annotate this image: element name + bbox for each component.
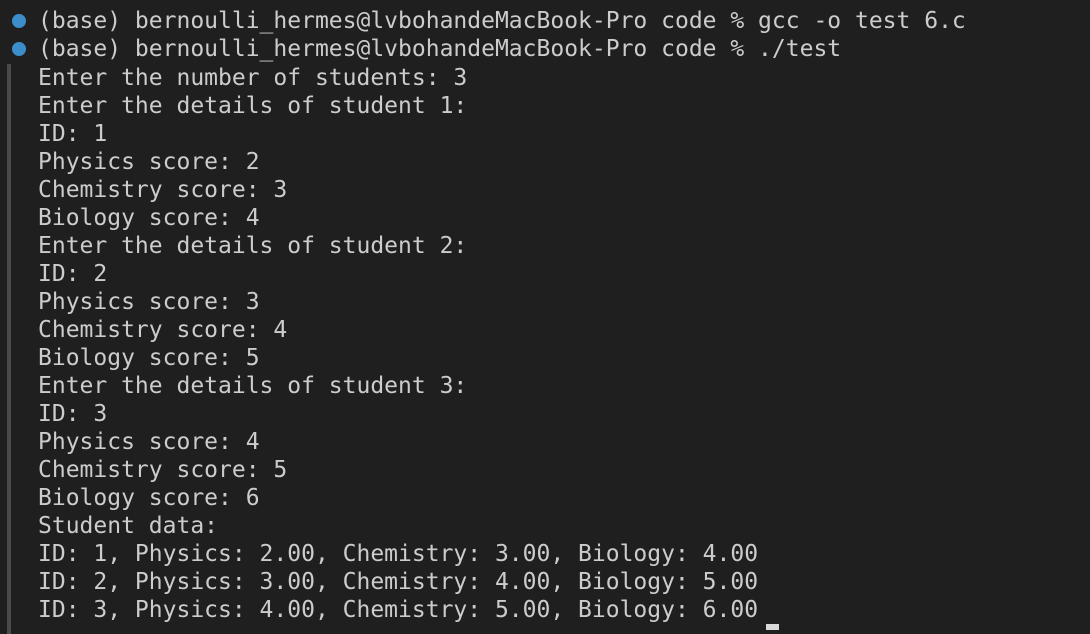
output-line: ID: 3, Physics: 4.00, Chemistry: 5.00, B… [38,597,759,623]
command-output: Enter the number of students: 3 Enter th… [38,64,1078,624]
output-line: ID: 3 [38,401,108,427]
output-line: Student data: [38,513,219,539]
output-line: Enter the details of student 3: [38,373,468,399]
output-line: Chemistry score: 4 [38,317,288,343]
output-line: Enter the number of students: 3 [38,65,468,91]
output-line: ID: 2, Physics: 3.00, Chemistry: 4.00, B… [38,569,759,595]
terminal-panel[interactable]: (base) bernoulli_hermes@lvbohandeMacBook… [0,0,1090,634]
output-line: Biology score: 5 [38,345,260,371]
output-line: ID: 2 [38,261,108,287]
output-line: Chemistry score: 5 [38,457,288,483]
output-line: Physics score: 4 [38,429,260,455]
output-line: Biology score: 6 [38,485,260,511]
command-status-dot-icon [12,14,26,28]
output-line: Physics score: 2 [38,149,260,175]
output-line: Biology score: 4 [38,205,260,231]
output-line: Chemistry score: 3 [38,177,288,203]
terminal-cursor [766,624,779,630]
output-line: ID: 1, Physics: 2.00, Chemistry: 3.00, B… [38,541,759,567]
output-line: Enter the details of student 1: [38,93,468,119]
output-line: ID: 1 [38,121,108,147]
output-line: Enter the details of student 2: [38,233,468,259]
terminal-prompt-line: (base) bernoulli_hermes@lvbohandeMacBook… [38,36,842,62]
command-output-marker [7,64,11,634]
terminal-prompt-line: (base) bernoulli_hermes@lvbohandeMacBook… [38,8,966,34]
command-status-dot-icon [12,42,26,56]
output-line: Physics score: 3 [38,289,260,315]
